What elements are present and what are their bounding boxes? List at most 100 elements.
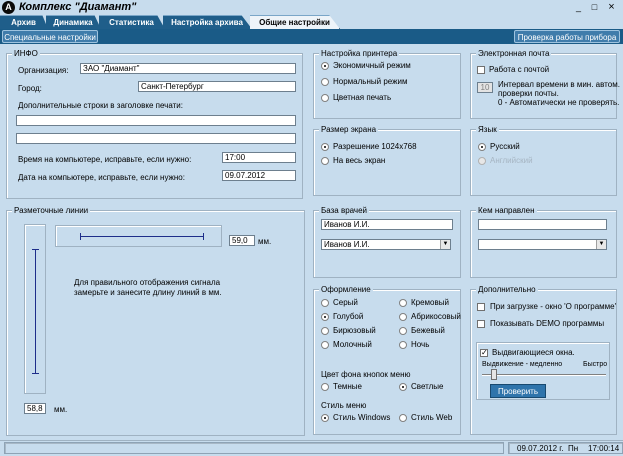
show-demo-checkbox[interactable] xyxy=(477,320,485,328)
marking-instructions: Для правильного отображения сигнала заме… xyxy=(74,278,222,297)
color-blue-radio[interactable] xyxy=(321,313,329,321)
language-russian-label: Русский xyxy=(490,142,520,151)
vertical-line-tick-bottom xyxy=(32,373,39,374)
language-group-title: Язык xyxy=(476,125,499,134)
vertical-length-input[interactable]: 58,8 xyxy=(24,403,46,414)
window-title: Комплекс "Диамант" xyxy=(19,1,137,13)
tab-dynamics[interactable]: Динамика xyxy=(46,15,101,29)
email-interval-input[interactable]: 10 xyxy=(477,82,493,93)
speed-slider-thumb[interactable] xyxy=(491,369,498,380)
color-apricot-label: Абрикосовый xyxy=(411,312,461,321)
horizontal-line-frame xyxy=(55,225,222,247)
color-blue-label: Голубой xyxy=(333,312,364,321)
color-milky-radio[interactable] xyxy=(321,341,329,349)
email-work-checkbox[interactable] xyxy=(477,66,485,74)
maximize-icon[interactable]: □ xyxy=(588,1,601,13)
tab-statistics[interactable]: Статистика xyxy=(99,15,165,29)
device-check-button[interactable]: Проверка работы прибора xyxy=(514,30,620,43)
color-turquoise-label: Бирюзовый xyxy=(333,326,376,335)
doctor-select-value: Иванов И.И. xyxy=(324,240,370,249)
screen-group-title: Размер экрана xyxy=(319,125,379,134)
chevron-down-icon[interactable]: ▼ xyxy=(596,240,606,249)
color-milky-label: Молочный xyxy=(333,340,372,349)
chevron-down-icon[interactable]: ▼ xyxy=(440,240,450,249)
color-gray-label: Серый xyxy=(333,298,358,307)
button-bg-dark-label: Темные xyxy=(333,382,363,391)
extra-line-2-input[interactable] xyxy=(16,133,296,144)
vertical-unit-label: мм. xyxy=(54,405,68,414)
color-night-radio[interactable] xyxy=(399,341,407,349)
doctor-input[interactable]: Иванов И.И. xyxy=(321,219,453,230)
screen-full-radio[interactable] xyxy=(321,157,329,165)
date-input[interactable]: 09.07.2012 xyxy=(222,170,296,181)
vertical-marking-line xyxy=(35,249,36,373)
button-bg-light-label: Светлые xyxy=(411,382,444,391)
info-group-title: ИНФО xyxy=(12,49,40,58)
referrer-group-title: Кем направлен xyxy=(476,206,537,215)
startup-about-label: При загрузке - окно 'О программе' xyxy=(490,302,617,311)
marking-lines-title: Разметочные линии xyxy=(12,206,91,215)
printer-economy-radio[interactable] xyxy=(321,62,329,70)
menu-style-windows-label: Стиль Windows xyxy=(333,413,391,422)
menu-style-title: Стиль меню xyxy=(321,401,367,410)
color-cream-radio[interactable] xyxy=(399,299,407,307)
language-english-radio[interactable] xyxy=(478,157,486,165)
screen-1024-radio[interactable] xyxy=(321,143,329,151)
horizontal-unit-label: мм. xyxy=(258,237,272,246)
menu-style-windows-radio[interactable] xyxy=(321,414,329,422)
tab-archive-settings[interactable]: Настройка архива xyxy=(163,15,252,29)
minimize-icon[interactable]: _ xyxy=(572,1,585,13)
org-input[interactable]: ЗАО "Диамант" xyxy=(80,63,296,74)
check-button[interactable]: Проверить xyxy=(490,384,546,398)
tab-archive[interactable]: Архив xyxy=(0,15,48,29)
tab-general-settings[interactable]: Общие настройки xyxy=(250,15,340,29)
printer-normal-radio[interactable] xyxy=(321,78,329,86)
org-label: Организация: xyxy=(18,66,69,75)
time-label: Время на компьютере, исправьте, если нуж… xyxy=(18,155,192,164)
extra-line-1-input[interactable] xyxy=(16,115,296,126)
email-group-title: Электронная почта xyxy=(476,49,552,58)
slider-fast-label: Быстро xyxy=(583,361,608,368)
startup-about-checkbox[interactable] xyxy=(477,303,485,311)
color-beige-label: Бежевый xyxy=(411,326,445,335)
vertical-line-frame xyxy=(24,224,46,394)
printer-color-radio[interactable] xyxy=(321,94,329,102)
screen-full-label: На весь экран xyxy=(333,156,386,165)
color-turquoise-radio[interactable] xyxy=(321,327,329,335)
color-cream-label: Кремовый xyxy=(411,298,449,307)
close-icon[interactable]: × xyxy=(605,1,618,13)
extra-lines-label: Дополнительные строки в заголовке печати… xyxy=(18,101,183,110)
doctor-select[interactable]: Иванов И.И. ▼ xyxy=(321,239,451,250)
show-demo-label: Показывать DEMO программы xyxy=(490,319,605,328)
language-russian-radio[interactable] xyxy=(478,143,486,151)
menu-style-web-radio[interactable] xyxy=(399,414,407,422)
printer-color-label: Цветная печать xyxy=(333,93,392,102)
design-group-title: Оформление xyxy=(319,285,373,294)
additional-group-title: Дополнительно xyxy=(476,285,538,294)
color-apricot-radio[interactable] xyxy=(399,313,407,321)
screen-1024-label: Разрешение 1024x768 xyxy=(333,142,417,151)
horizontal-marking-line xyxy=(80,236,203,237)
email-interval-text-3: 0 - Автоматически не проверять. xyxy=(498,98,620,107)
referrer-input[interactable] xyxy=(478,219,607,230)
time-input[interactable]: 17:00 xyxy=(222,152,296,163)
button-bg-dark-radio[interactable] xyxy=(321,383,329,391)
color-beige-radio[interactable] xyxy=(399,327,407,335)
sliding-windows-label: Выдвигающиеся окна. xyxy=(492,348,575,357)
color-night-label: Ночь xyxy=(411,340,430,349)
horizontal-length-input[interactable]: 59,0 xyxy=(229,235,255,246)
horizontal-line-tick-right xyxy=(203,233,204,240)
app-logo-icon: А xyxy=(2,1,15,14)
doctors-group-title: База врачей xyxy=(319,206,370,215)
color-gray-radio[interactable] xyxy=(321,299,329,307)
button-bg-light-radio[interactable] xyxy=(399,383,407,391)
printer-normal-label: Нормальный режим xyxy=(333,77,408,86)
speed-slider-track[interactable] xyxy=(482,374,606,376)
city-input[interactable]: Санкт-Петербург xyxy=(138,81,296,92)
button-bg-title: Цвет фона кнопок меню xyxy=(321,370,411,379)
language-english-label: Английский xyxy=(490,156,533,165)
special-settings-button[interactable]: Специальные настройки xyxy=(2,30,98,43)
referrer-select[interactable]: ▼ xyxy=(478,239,607,250)
menu-style-web-label: Стиль Web xyxy=(411,413,453,422)
sliding-windows-checkbox[interactable]: ✓ xyxy=(480,349,488,357)
